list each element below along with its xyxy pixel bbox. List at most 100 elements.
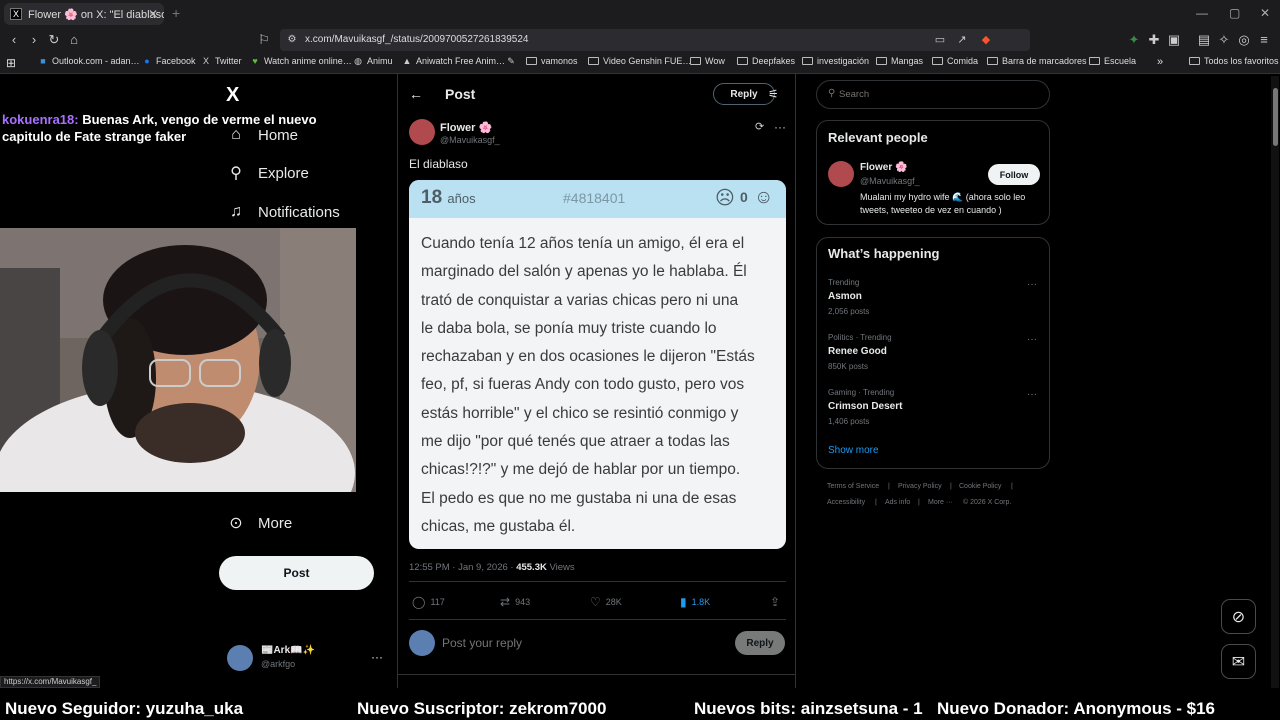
bookmark-page-icon[interactable]: ⚐ — [256, 32, 272, 48]
footer-link[interactable]: Privacy Policy — [898, 483, 942, 490]
footer-link[interactable]: More ··· — [928, 499, 953, 506]
bookmark-deepfakes[interactable]: Deepfakes — [737, 56, 795, 66]
share-stat[interactable]: ⇪ — [770, 595, 785, 609]
bookmark-filled-icon: ▮ — [680, 595, 687, 609]
address-bar[interactable]: ⚙ x.com/Mavuikasgf_/status/2009700527261… — [280, 29, 1030, 51]
page-title: Post — [445, 86, 476, 102]
bookmark-barra[interactable]: Barra de marcadores — [987, 56, 1087, 66]
bookmarks-overflow-icon[interactable]: » — [1157, 56, 1163, 68]
trend-name[interactable]: Crimson Desert — [828, 401, 902, 412]
share-icon[interactable]: ↗ — [954, 32, 970, 48]
grok-icon[interactable]: ⟳ — [755, 120, 764, 133]
confession-age: 18 años — [421, 187, 476, 208]
brave-shield-icon[interactable]: ◆ — [978, 32, 994, 48]
screen-icon[interactable]: ▭ — [932, 32, 948, 48]
bookmark-mangas[interactable]: Mangas — [876, 56, 923, 66]
minimize-icon[interactable]: — — [1196, 6, 1208, 20]
reload-icon[interactable]: ↻ — [46, 32, 62, 48]
relevant-people-title: Relevant people — [828, 130, 928, 145]
author-name[interactable]: Flower 🌸 — [440, 121, 492, 134]
account-handle: @arkfgo — [261, 659, 296, 669]
misc-icon: ✎ — [507, 56, 515, 66]
bookmark-outlook[interactable]: ■ Outlook.com - adan… — [38, 56, 139, 66]
sidebar-icon[interactable]: ▣ — [1166, 32, 1182, 48]
author-handle[interactable]: @Mavuikasgf_ — [440, 135, 500, 145]
menu-icon[interactable]: ≡ — [1256, 32, 1272, 48]
apps-grid-icon[interactable]: ⊞ — [6, 56, 16, 70]
account-more-icon[interactable]: ··· — [371, 650, 383, 664]
relevant-handle[interactable]: @Mavuikasgf_ — [860, 176, 920, 186]
messages-icon[interactable]: ✉ — [1221, 644, 1256, 679]
filter-icon[interactable]: ⚟ — [768, 87, 779, 101]
nav-notifications[interactable]: ♫ Notifications — [226, 202, 340, 222]
bookmark-comida[interactable]: Comida — [932, 56, 978, 66]
new-tab-button[interactable]: + — [172, 5, 180, 21]
post-more-icon[interactable]: ··· — [774, 120, 786, 134]
reply-header-button[interactable]: Reply — [713, 83, 775, 105]
like-stat[interactable]: ♡ 28K — [590, 595, 622, 609]
leo-icon[interactable]: ✧ — [1216, 32, 1232, 48]
more-circle-icon: ⊙ — [229, 515, 243, 532]
tab-close-icon[interactable]: ✕ — [148, 7, 158, 21]
relevant-name[interactable]: Flower 🌸 — [860, 162, 907, 173]
nav-explore[interactable]: ⚲ Explore — [226, 163, 309, 183]
search-box[interactable]: ⚲ — [816, 80, 1050, 109]
repost-stat[interactable]: ⇄ 943 — [500, 595, 530, 609]
follow-button[interactable]: Follow — [988, 164, 1040, 185]
footer-separator: | — [875, 499, 877, 506]
maximize-icon[interactable]: ▢ — [1229, 6, 1240, 20]
bookmark-misc-icon[interactable]: ✎ — [506, 56, 520, 66]
wallet-icon[interactable]: ▤ — [1196, 32, 1212, 48]
bookmark-watch-anime[interactable]: ♥ Watch anime online… — [250, 56, 351, 66]
home-page-icon[interactable]: ⌂ — [66, 32, 82, 48]
reply-submit-button[interactable]: Reply — [735, 631, 785, 655]
footer-separator: | — [918, 499, 920, 506]
account-name[interactable]: 📰Ark📖✨ — [261, 645, 315, 656]
bookmark-video-genshin[interactable]: Video Genshin FUE… — [588, 56, 691, 66]
reply-input[interactable] — [442, 636, 722, 650]
window-close-icon[interactable]: ✕ — [1260, 6, 1270, 20]
browser-tab[interactable]: X Flower 🌸 on X: "El diablaso htt… ✕ — [4, 3, 164, 25]
trend-more-icon[interactable]: ··· — [1027, 334, 1037, 345]
extension-icon[interactable]: ✦ — [1126, 32, 1142, 48]
bookmark-facebook[interactable]: ● Facebook — [142, 56, 195, 66]
bookmark-vamonos[interactable]: vamonos — [526, 56, 578, 66]
bookmark-escuela[interactable]: Escuela — [1089, 56, 1136, 66]
scrollbar-thumb[interactable] — [1273, 88, 1278, 146]
compose-post-button[interactable]: Post — [219, 556, 374, 590]
author-avatar[interactable] — [409, 119, 435, 145]
forward-icon[interactable]: › — [26, 32, 42, 48]
bookmark-investigacion[interactable]: investigación — [802, 56, 869, 66]
search-input[interactable] — [839, 89, 1019, 100]
bookmark-twitter[interactable]: X Twitter — [201, 56, 242, 66]
trend-name[interactable]: Renee Good — [828, 346, 887, 357]
nav-more[interactable]: ⊙ More — [226, 513, 292, 533]
scrollbar[interactable] — [1271, 76, 1279, 688]
grok-fab-icon[interactable]: ⊘ — [1221, 599, 1256, 634]
puzzle-icon[interactable]: ✚ — [1146, 32, 1162, 48]
bookmark-animu[interactable]: ◍ Animu — [353, 56, 392, 66]
back-arrow-icon[interactable]: ← — [409, 86, 423, 102]
bookmark-aniwatch[interactable]: ▲ Aniwatch Free Anim… — [402, 56, 506, 66]
relevant-avatar[interactable] — [828, 161, 854, 187]
reply-stat[interactable]: ◯ 117 — [412, 595, 445, 609]
site-settings-icon[interactable]: ⚙ — [284, 32, 300, 48]
bookmark-wow[interactable]: Wow — [690, 56, 725, 66]
post-timestamp[interactable]: 12:55 PM · Jan 9, 2026 · — [409, 562, 516, 573]
trend-name[interactable]: Asmon — [828, 291, 862, 302]
folder-icon — [526, 57, 537, 65]
show-more-link[interactable]: Show more — [828, 445, 879, 456]
tweet-image[interactable]: 18 años #4818401 ☹ 0 ☺ Cuando tenía 12 a… — [409, 180, 786, 549]
trend-more-icon[interactable]: ··· — [1027, 389, 1037, 400]
bookmark-stat[interactable]: ▮ 1.8K — [680, 595, 710, 609]
footer-link[interactable]: Accessibility — [827, 499, 865, 506]
footer-link[interactable]: Cookie Policy — [959, 483, 1001, 490]
vpn-icon[interactable]: ◎ — [1236, 32, 1252, 48]
x-logo-icon[interactable]: X — [226, 84, 239, 107]
trend-more-icon[interactable]: ··· — [1027, 279, 1037, 290]
footer-link[interactable]: Terms of Service — [827, 483, 879, 490]
back-icon[interactable]: ‹ — [6, 32, 22, 48]
account-avatar[interactable] — [227, 645, 253, 671]
bookmark-all-favorites[interactable]: Todos los favoritos — [1189, 56, 1279, 66]
footer-link[interactable]: Ads info — [885, 499, 910, 506]
